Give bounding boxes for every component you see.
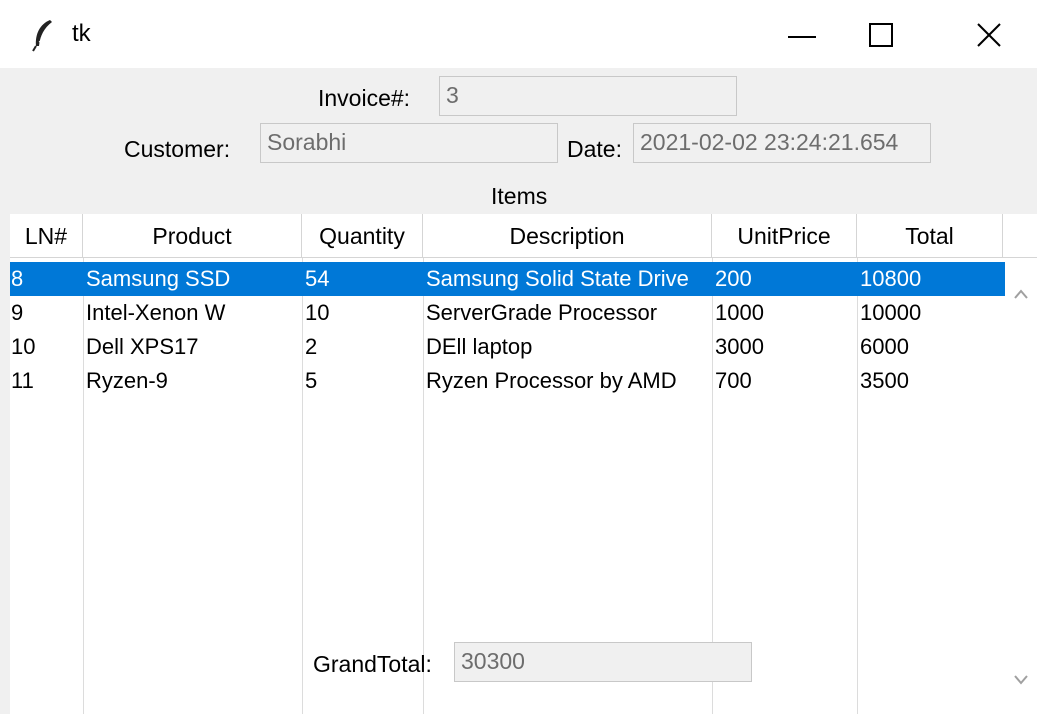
cell-ln: 11 [11,368,34,393]
maximize-icon [869,23,893,47]
table-row[interactable]: 9 Intel-Xenon W 10 ServerGrade Processor… [10,296,1005,330]
maximize-button[interactable] [852,10,912,60]
vertical-scrollbar[interactable] [1005,258,1037,714]
minimize-icon [788,36,816,38]
date-label: Date: [567,136,622,162]
title-bar: tk [0,0,1037,68]
cell-quantity: 54 [305,266,330,291]
cell-description: Samsung Solid State Drive [426,266,689,291]
cell-total: 10000 [860,300,922,325]
cell-quantity: 10 [305,300,330,325]
column-header-ln[interactable]: LN# [10,214,83,258]
feather-icon [32,20,52,52]
cell-ln: 9 [11,300,24,325]
grand-total-label: GrandTotal: [313,651,432,677]
cell-unitprice: 1000 [715,300,764,325]
cell-unitprice: 3000 [715,334,764,359]
table-row[interactable]: 11 Ryzen-9 5 Ryzen Processor by AMD 700 … [10,364,1005,398]
cell-unitprice: 700 [715,368,752,393]
date-field[interactable]: 2021-02-02 23:24:21.654 [633,123,931,163]
items-heading: Items [491,183,548,209]
scroll-up-icon[interactable] [1013,288,1029,300]
table-row[interactable]: 10 Dell XPS17 2 DEll laptop 3000 6000 [10,330,1005,364]
close-button[interactable] [960,10,1020,60]
column-header-product[interactable]: Product [83,214,302,258]
table-row[interactable]: 8 Samsung SSD 54 Samsung Solid State Dri… [10,262,1005,296]
cell-total: 3500 [860,368,909,393]
items-table[interactable]: LN# Product Quantity Description UnitPri… [10,214,1037,714]
invoice-label: Invoice#: [318,85,411,111]
cell-product: Intel-Xenon W [86,300,226,325]
customer-label: Customer: [124,136,231,162]
cell-ln: 10 [11,334,36,359]
scroll-down-icon[interactable] [1013,674,1029,686]
customer-field[interactable]: Sorabhi [260,123,558,163]
cell-product: Samsung SSD [86,266,231,291]
column-header-unitprice[interactable]: UnitPrice [712,214,857,258]
column-header-spacer [1003,214,1037,258]
invoice-number-field[interactable]: 3 [439,76,737,116]
cell-ln: 8 [11,266,24,291]
cell-total: 6000 [860,334,909,359]
column-header-quantity[interactable]: Quantity [302,214,423,258]
cell-description: DEll laptop [426,334,533,359]
cell-quantity: 2 [305,334,318,359]
cell-product: Ryzen-9 [86,368,168,393]
cell-unitprice: 200 [715,266,752,291]
grand-total-field[interactable]: 30300 [454,642,752,682]
column-header-total[interactable]: Total [857,214,1003,258]
cell-total: 10800 [860,266,922,291]
close-icon [977,23,1001,47]
cell-description: Ryzen Processor by AMD [426,368,677,393]
minimize-button[interactable] [772,10,832,60]
cell-description: ServerGrade Processor [426,300,658,325]
window-title: tk [72,20,91,47]
cell-product: Dell XPS17 [86,334,199,359]
invoice-form: Invoice#: 3 Customer: Sorabhi Date: 2021… [10,70,1037,714]
column-header-description[interactable]: Description [423,214,712,258]
cell-quantity: 5 [305,368,318,393]
